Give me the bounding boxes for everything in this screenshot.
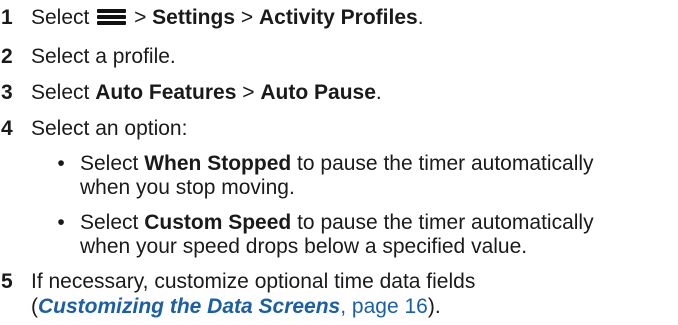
step-text: Select a profile. <box>31 45 176 68</box>
step-text: Select > Settings > Activity Profiles. <box>31 6 424 29</box>
step-text-line2: (Customizing the Data Screens, page 16). <box>31 295 441 318</box>
auto-pause-label: Auto Pause <box>260 81 376 104</box>
step-number: 5 <box>1 270 13 293</box>
option-name: Custom Speed <box>144 211 292 234</box>
activity-profiles-label: Activity Profiles <box>258 6 418 29</box>
step-text: If necessary, customize optional time da… <box>31 270 476 293</box>
auto-features-label: Auto Features <box>95 81 237 104</box>
step-number: 2 <box>1 45 13 68</box>
bullet-dot: • <box>57 152 65 175</box>
customizing-data-screens-link[interactable]: Customizing the Data Screens <box>38 295 340 318</box>
option-text: Select When Stopped to pause the timer a… <box>80 152 594 175</box>
step-number: 3 <box>1 81 13 104</box>
step-text: Select an option: <box>31 117 188 140</box>
page-reference-link[interactable]: page 16 <box>352 295 428 318</box>
option-name: When Stopped <box>144 152 292 175</box>
option-text: Select Custom Speed to pause the timer a… <box>80 211 594 234</box>
settings-label: Settings <box>152 6 236 29</box>
option-text-line2: when you stop moving. <box>80 176 295 199</box>
menu-icon <box>97 9 127 25</box>
step-text: Select Auto Features > Auto Pause. <box>31 81 382 104</box>
option-text-line2: when your speed drops below a specified … <box>80 235 528 258</box>
step-number: 1 <box>1 6 13 29</box>
step-number: 4 <box>1 117 13 140</box>
bullet-dot: • <box>57 211 65 234</box>
